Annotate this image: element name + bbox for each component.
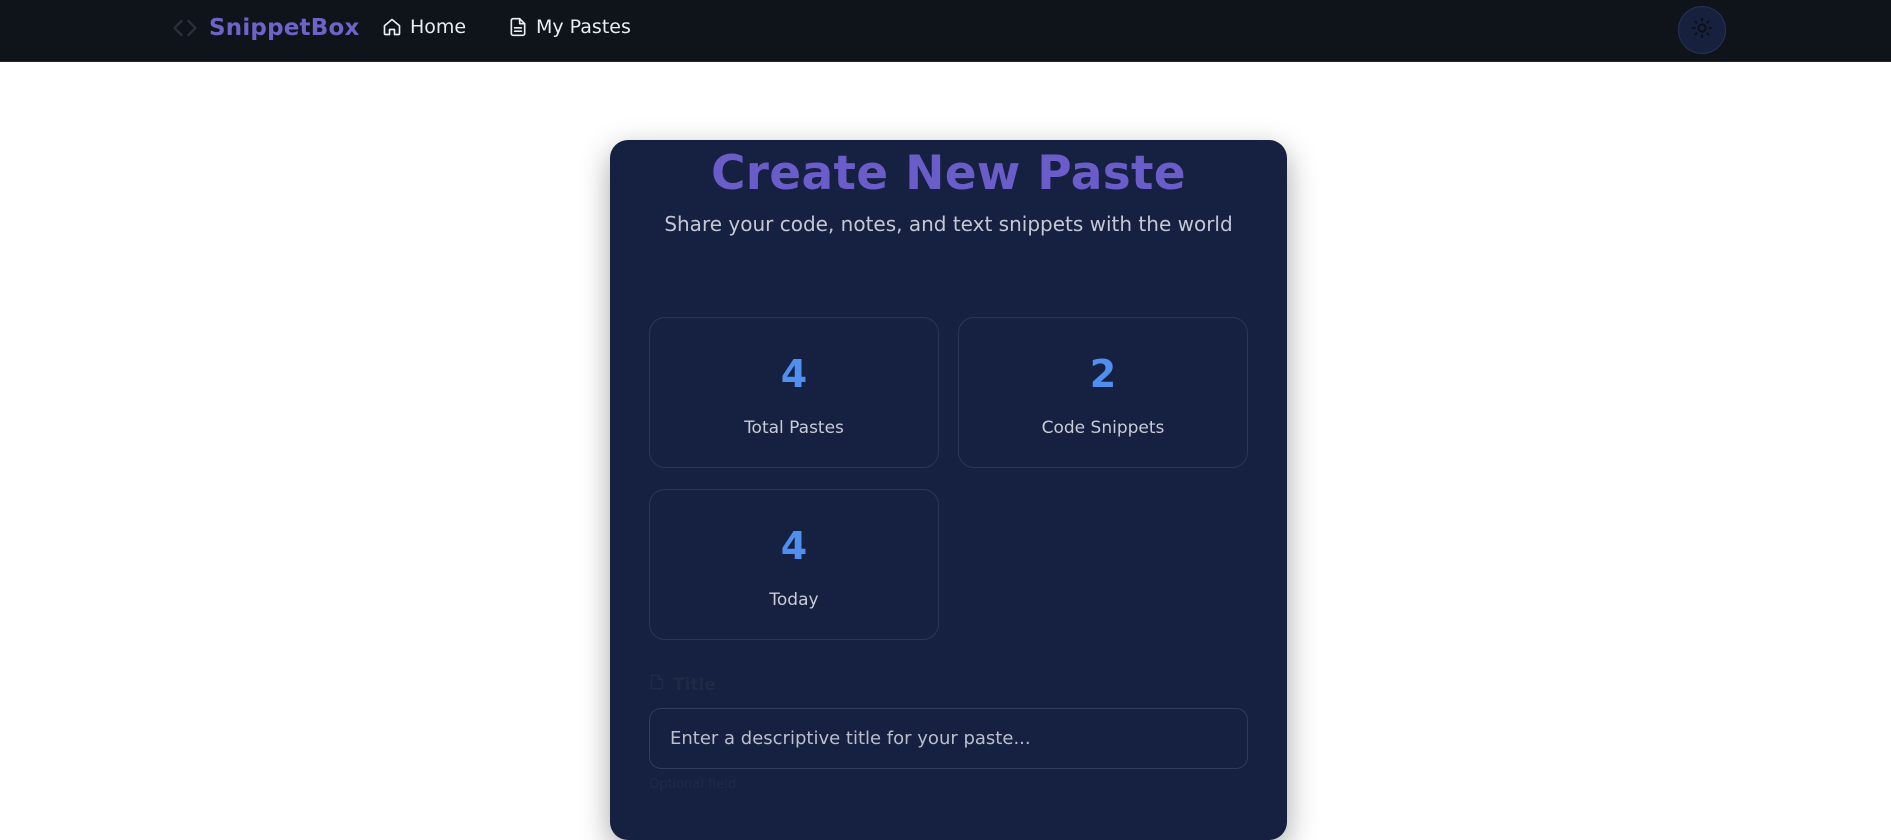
stat-value: 4 xyxy=(780,352,808,396)
brand-logo[interactable]: SnippetBox xyxy=(171,14,360,42)
brand-name: SnippetBox xyxy=(209,15,360,41)
nav-link-my-pastes[interactable]: My Pastes xyxy=(508,16,631,38)
page-title: Create New Paste xyxy=(711,146,1186,201)
stat-card-total-pastes: 4 Total Pastes xyxy=(649,317,939,468)
stat-label: Code Snippets xyxy=(1041,418,1165,438)
nav-link-label: Home xyxy=(410,16,467,38)
title-field-label: Title xyxy=(649,674,716,695)
stat-value: 4 xyxy=(780,524,808,568)
stat-label: Total Pastes xyxy=(744,418,844,438)
title-input[interactable] xyxy=(649,708,1248,769)
theme-toggle-button[interactable] xyxy=(1678,6,1726,54)
sun-icon xyxy=(1691,17,1713,43)
stat-card-today: 4 Today xyxy=(649,489,939,640)
document-icon xyxy=(649,674,665,695)
stat-label: Today xyxy=(769,590,819,610)
nav-link-home[interactable]: Home xyxy=(382,16,466,38)
page-subtitle: Share your code, notes, and text snippet… xyxy=(664,212,1233,236)
title-helper-text: Optional field xyxy=(649,777,737,792)
nav-link-label: My Pastes xyxy=(536,16,631,38)
top-navbar: SnippetBox Home My Pastes xyxy=(0,0,1891,62)
stat-value: 2 xyxy=(1089,352,1117,396)
create-paste-card: Create New Paste Share your code, notes,… xyxy=(610,140,1287,840)
code-brackets-icon xyxy=(171,14,199,42)
home-icon xyxy=(382,17,402,37)
document-icon xyxy=(508,17,528,37)
title-label-text: Title xyxy=(673,674,716,695)
stat-card-code-snippets: 2 Code Snippets xyxy=(958,317,1248,468)
